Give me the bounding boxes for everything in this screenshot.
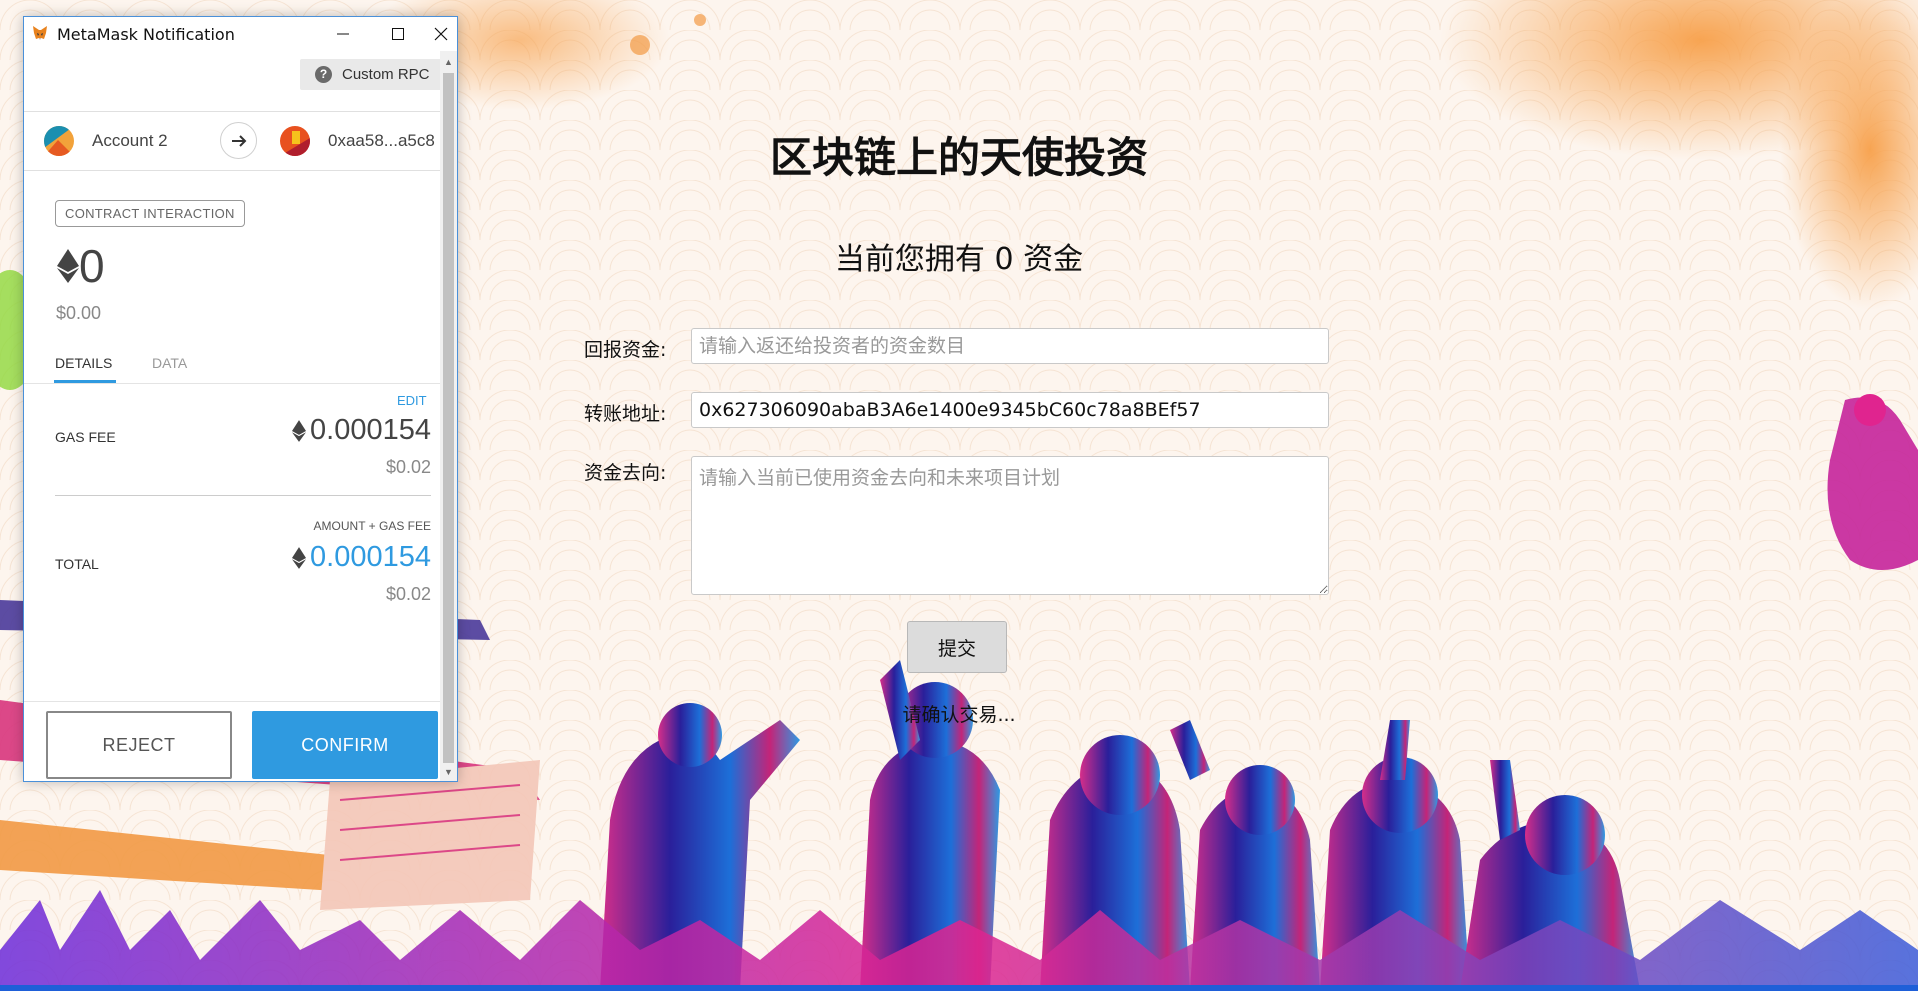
amount-fiat-value: $0.00 [56, 303, 102, 323]
confirm-button[interactable]: CONFIRM [252, 711, 438, 779]
close-icon [434, 27, 448, 41]
gas-fee-amount: 0.000154 [310, 414, 431, 446]
details-data-tabs: DETAILS DATA [24, 339, 440, 384]
network-indicator[interactable]: ? Custom RPC [300, 59, 440, 90]
scroll-down-icon[interactable]: ▼ [440, 763, 457, 781]
metamask-fox-icon [33, 26, 47, 40]
reject-button[interactable]: REJECT [46, 711, 232, 779]
eth-icon [292, 419, 307, 442]
scrollbar-thumb[interactable] [443, 73, 454, 763]
gas-fee-label: GAS FEE [55, 429, 116, 445]
minimize-button[interactable] [315, 17, 371, 51]
return-funds-label: 回报资金: [584, 339, 667, 361]
close-button[interactable] [425, 17, 457, 51]
active-tab-indicator [54, 380, 116, 383]
total-label: TOTAL [55, 556, 99, 572]
help-icon: ? [315, 66, 332, 83]
footer-divider [24, 701, 440, 702]
total-value: 0.000154 [292, 541, 431, 574]
window-titlebar[interactable]: MetaMask Notification [24, 17, 457, 52]
recipient-address[interactable]: 0xaa58...a5c8 [328, 131, 435, 151]
direction-indicator [220, 122, 257, 159]
edit-gas-link[interactable]: EDIT [397, 393, 427, 408]
funds-purpose-label: 资金去向: [584, 462, 667, 484]
eth-icon [292, 546, 307, 569]
submit-button[interactable]: 提交 [907, 621, 1007, 673]
total-caption: AMOUNT + GAS FEE [313, 519, 431, 533]
amount-value: 0 [79, 240, 105, 292]
divider [55, 495, 431, 496]
sender-recipient-row: Account 2 0xaa58...a5c8 [24, 111, 440, 171]
metamask-notification-window: MetaMask Notification ? Custom RPC Accou… [23, 16, 458, 782]
tab-data[interactable]: DATA [152, 355, 187, 371]
network-name: Custom RPC [342, 66, 430, 83]
eth-icon [57, 249, 79, 283]
gas-fee-fiat: $0.02 [385, 457, 431, 477]
scroll-up-icon[interactable]: ▲ [440, 53, 457, 71]
transfer-address-label: 转账地址: [584, 403, 667, 425]
minimize-icon [337, 33, 349, 35]
maximize-button[interactable] [370, 17, 426, 51]
maximize-icon [392, 28, 404, 40]
transfer-address-input[interactable] [691, 392, 1329, 428]
window-title: MetaMask Notification [57, 25, 235, 44]
tab-details[interactable]: DETAILS [55, 355, 112, 371]
from-account-name[interactable]: Account 2 [92, 131, 168, 151]
transaction-type-badge: CONTRACT INTERACTION [55, 200, 245, 227]
metamask-content: ? Custom RPC Account 2 0xaa58...a5c8 CON… [24, 51, 440, 781]
to-account-avatar [280, 126, 310, 156]
gas-fee-value: 0.000154 [292, 414, 431, 447]
transaction-amount: 0 [57, 239, 105, 293]
return-funds-input[interactable] [691, 328, 1329, 364]
total-amount: 0.000154 [310, 541, 431, 573]
arrow-right-icon [231, 134, 246, 147]
funds-purpose-textarea[interactable] [691, 456, 1329, 595]
total-fiat: $0.02 [385, 584, 431, 604]
from-account-avatar [44, 126, 74, 156]
